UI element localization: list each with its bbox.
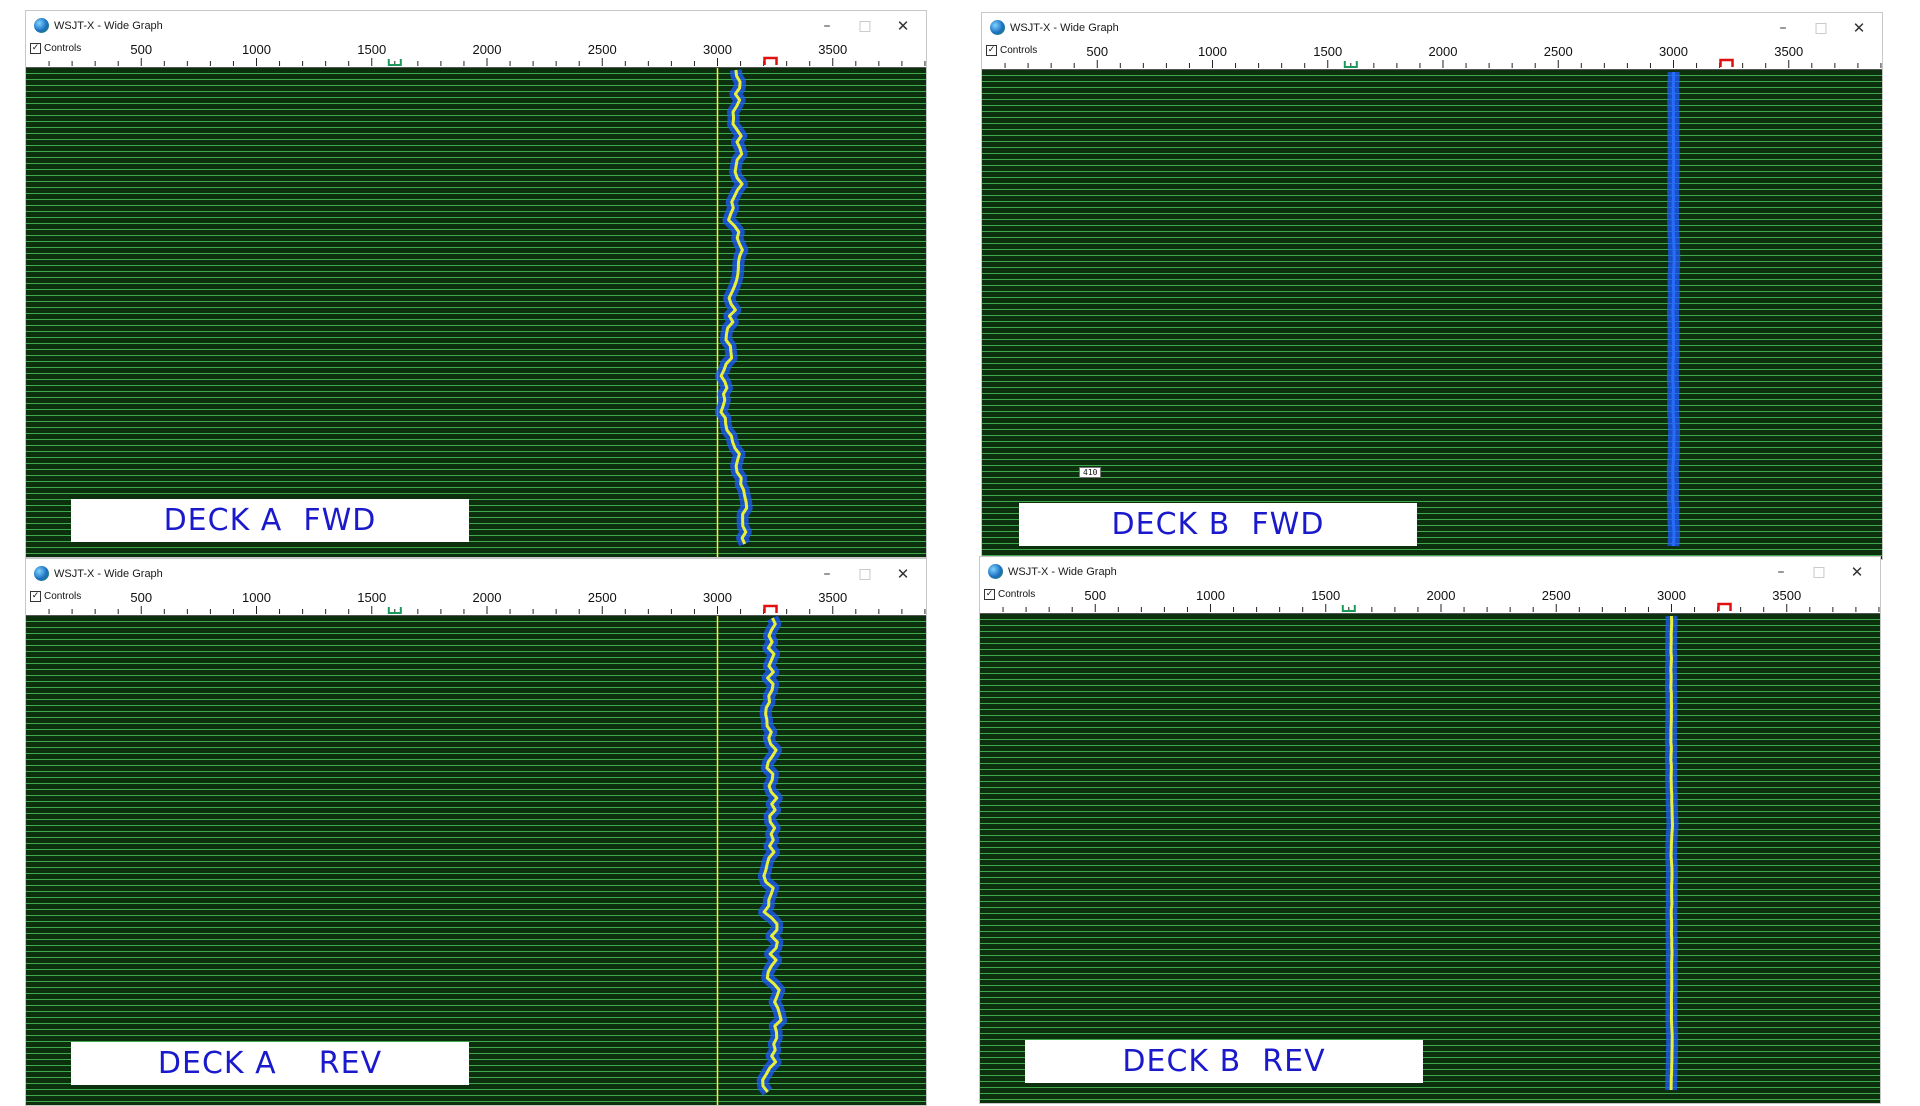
wsjtx-globe-icon <box>988 564 1003 579</box>
wsjtx-globe-icon <box>990 20 1005 35</box>
minimize-button[interactable]: – <box>808 559 846 589</box>
frequency-axis: 500 1000 1500 2000 2500 3000 3500 <box>1004 44 1882 68</box>
window-title: WSJT-X - Wide Graph <box>1008 566 1117 578</box>
maximize-button[interactable]: □ <box>1802 13 1840 43</box>
waterfall-signal-layer <box>1664 615 1679 1091</box>
waterfall-signal-layer <box>716 616 788 1105</box>
title-bar[interactable]: WSJT-X - Wide Graph – □ ✕ <box>982 13 1882 43</box>
tick-label: 1500 <box>357 42 386 57</box>
waterfall-display[interactable]: DECK A FWD <box>26 68 926 557</box>
tick-label: 1500 <box>1313 44 1342 59</box>
tick-label: 2500 <box>588 590 617 605</box>
maximize-button[interactable]: □ <box>846 11 884 41</box>
wide-graph-window-deck-a-rev[interactable]: WSJT-X - Wide Graph – □ ✕ ✓ Controls 500… <box>25 558 927 1106</box>
waterfall-signal-layer <box>714 68 753 557</box>
wsjtx-globe-icon <box>34 18 49 33</box>
tick-label: 3500 <box>818 42 847 57</box>
tx-frequency-marker <box>1717 602 1732 611</box>
maximize-button[interactable]: □ <box>846 559 884 589</box>
signal-trace <box>1669 615 1674 1091</box>
tick-label: 500 <box>130 590 152 605</box>
frequency-scale[interactable]: ✓ Controls 500 1000 1500 2000 2500 3000 3500 <box>26 41 926 68</box>
signal-trace <box>1671 71 1676 547</box>
deck-label: DECK A REV <box>157 1046 383 1081</box>
window-title: WSJT-X - Wide Graph <box>1010 22 1119 34</box>
tick-label: 1000 <box>242 42 271 57</box>
waterfall-display[interactable]: DECK A REV <box>26 616 926 1105</box>
frequency-scale[interactable]: ✓ Controls 500 1000 1500 2000 2500 3000 3500 <box>982 43 1882 70</box>
tick-label: 2500 <box>1544 44 1573 59</box>
waterfall-display[interactable]: DECK B REV <box>980 614 1880 1103</box>
tick-label: 1000 <box>1196 588 1225 603</box>
tx-frequency-marker <box>763 56 778 65</box>
close-button[interactable]: ✕ <box>884 559 922 589</box>
wide-graph-window-deck-a-fwd[interactable]: WSJT-X - Wide Graph – □ ✕ ✓ Controls 500… <box>25 10 927 558</box>
waterfall-tag: 410 <box>1079 467 1102 478</box>
deck-label: DECK B FWD <box>1111 507 1325 542</box>
title-bar[interactable]: WSJT-X - Wide Graph – □ ✕ <box>980 557 1880 587</box>
frequency-axis: 500 1000 1500 2000 2500 3000 3500 <box>1002 588 1880 612</box>
wsjtx-globe-icon <box>34 566 49 581</box>
tx-frequency-marker <box>763 604 778 613</box>
tick-label: 500 <box>130 42 152 57</box>
tick-label: 500 <box>1084 588 1106 603</box>
tick-label: 3000 <box>703 590 732 605</box>
tick-label: 2500 <box>588 42 617 57</box>
deck-label: DECK B REV <box>1122 1044 1326 1079</box>
frequency-scale[interactable]: ✓ Controls 500 1000 1500 2000 2500 3000 3500 <box>26 589 926 616</box>
deck-label-box: DECK B FWD <box>1019 503 1417 546</box>
close-button[interactable]: ✕ <box>884 11 922 41</box>
tick-label: 3500 <box>1772 588 1801 603</box>
deck-label: DECK A FWD <box>163 503 377 538</box>
tick-label: 1500 <box>357 590 386 605</box>
tx-frequency-marker <box>1719 58 1734 67</box>
tick-label: 1000 <box>242 590 271 605</box>
tick-label: 2000 <box>473 590 502 605</box>
tick-label: 3000 <box>1657 588 1686 603</box>
tick-label: 3500 <box>818 590 847 605</box>
tick-label: 2000 <box>1429 44 1458 59</box>
window-title: WSJT-X - Wide Graph <box>54 568 163 580</box>
tick-label: 3000 <box>1659 44 1688 59</box>
tick-label: 3500 <box>1774 44 1803 59</box>
tick-label: 3000 <box>703 42 732 57</box>
minimize-button[interactable]: – <box>808 11 846 41</box>
maximize-button[interactable]: □ <box>1800 557 1838 587</box>
minimize-button[interactable]: – <box>1762 557 1800 587</box>
close-button[interactable]: ✕ <box>1840 13 1878 43</box>
frequency-scale[interactable]: ✓ Controls 500 1000 1500 2000 2500 3000 3500 <box>980 587 1880 614</box>
deck-label-box: DECK A FWD <box>71 499 469 542</box>
waterfall-display[interactable]: 410 DECK B FWD <box>982 70 1882 559</box>
window-title: WSJT-X - Wide Graph <box>54 20 163 32</box>
deck-label-box: DECK A REV <box>71 1042 469 1085</box>
minimize-button[interactable]: – <box>1764 13 1802 43</box>
tick-label: 500 <box>1086 44 1108 59</box>
title-bar[interactable]: WSJT-X - Wide Graph – □ ✕ <box>26 11 926 41</box>
waterfall-signal-layer <box>1666 71 1681 547</box>
tick-label: 2500 <box>1542 588 1571 603</box>
wide-graph-window-deck-b-rev[interactable]: WSJT-X - Wide Graph – □ ✕ ✓ Controls 500… <box>979 556 1881 1104</box>
close-button[interactable]: ✕ <box>1838 557 1876 587</box>
tick-label: 2000 <box>473 42 502 57</box>
tick-label: 1000 <box>1198 44 1227 59</box>
wide-graph-window-deck-b-fwd[interactable]: WSJT-X - Wide Graph – □ ✕ ✓ Controls 500… <box>981 12 1883 560</box>
frequency-axis: 500 1000 1500 2000 2500 3000 3500 <box>48 42 926 66</box>
frequency-axis: 500 1000 1500 2000 2500 3000 3500 <box>48 590 926 614</box>
title-bar[interactable]: WSJT-X - Wide Graph – □ ✕ <box>26 559 926 589</box>
tick-label: 1500 <box>1311 588 1340 603</box>
deck-label-box: DECK B REV <box>1025 1040 1423 1083</box>
tick-label: 2000 <box>1427 588 1456 603</box>
